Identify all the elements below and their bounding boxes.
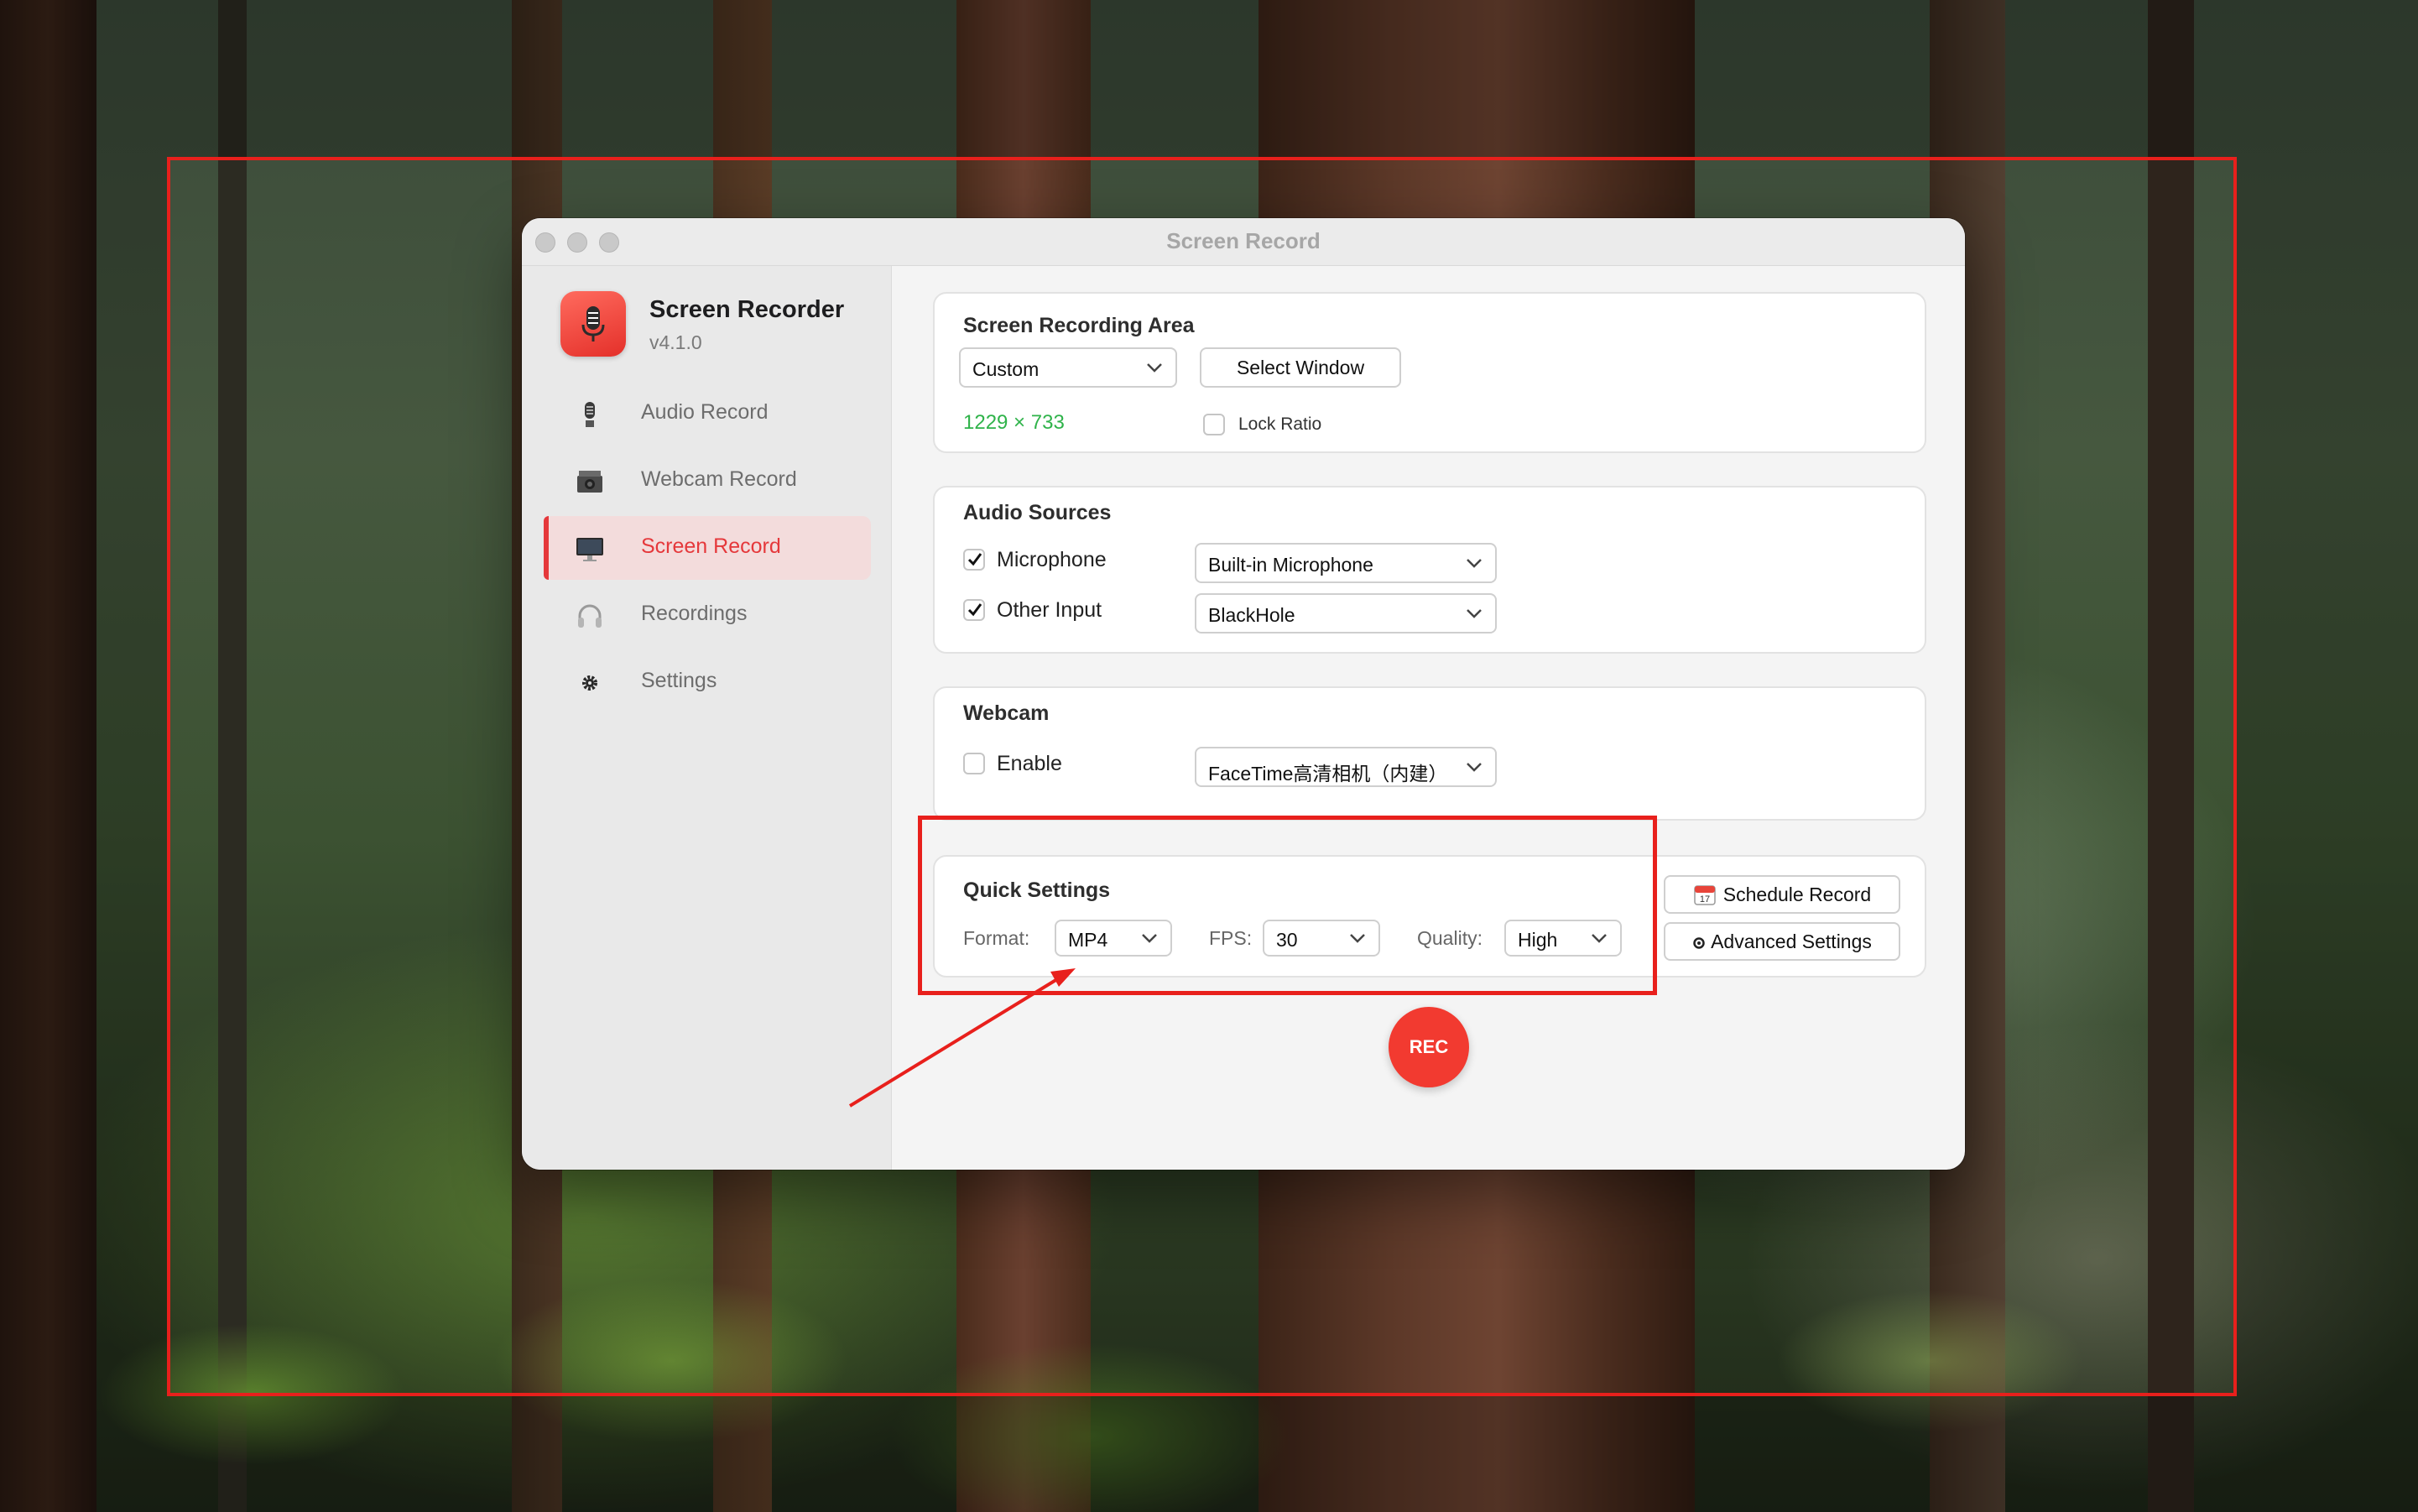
annotation-arrow <box>848 968 1076 1108</box>
